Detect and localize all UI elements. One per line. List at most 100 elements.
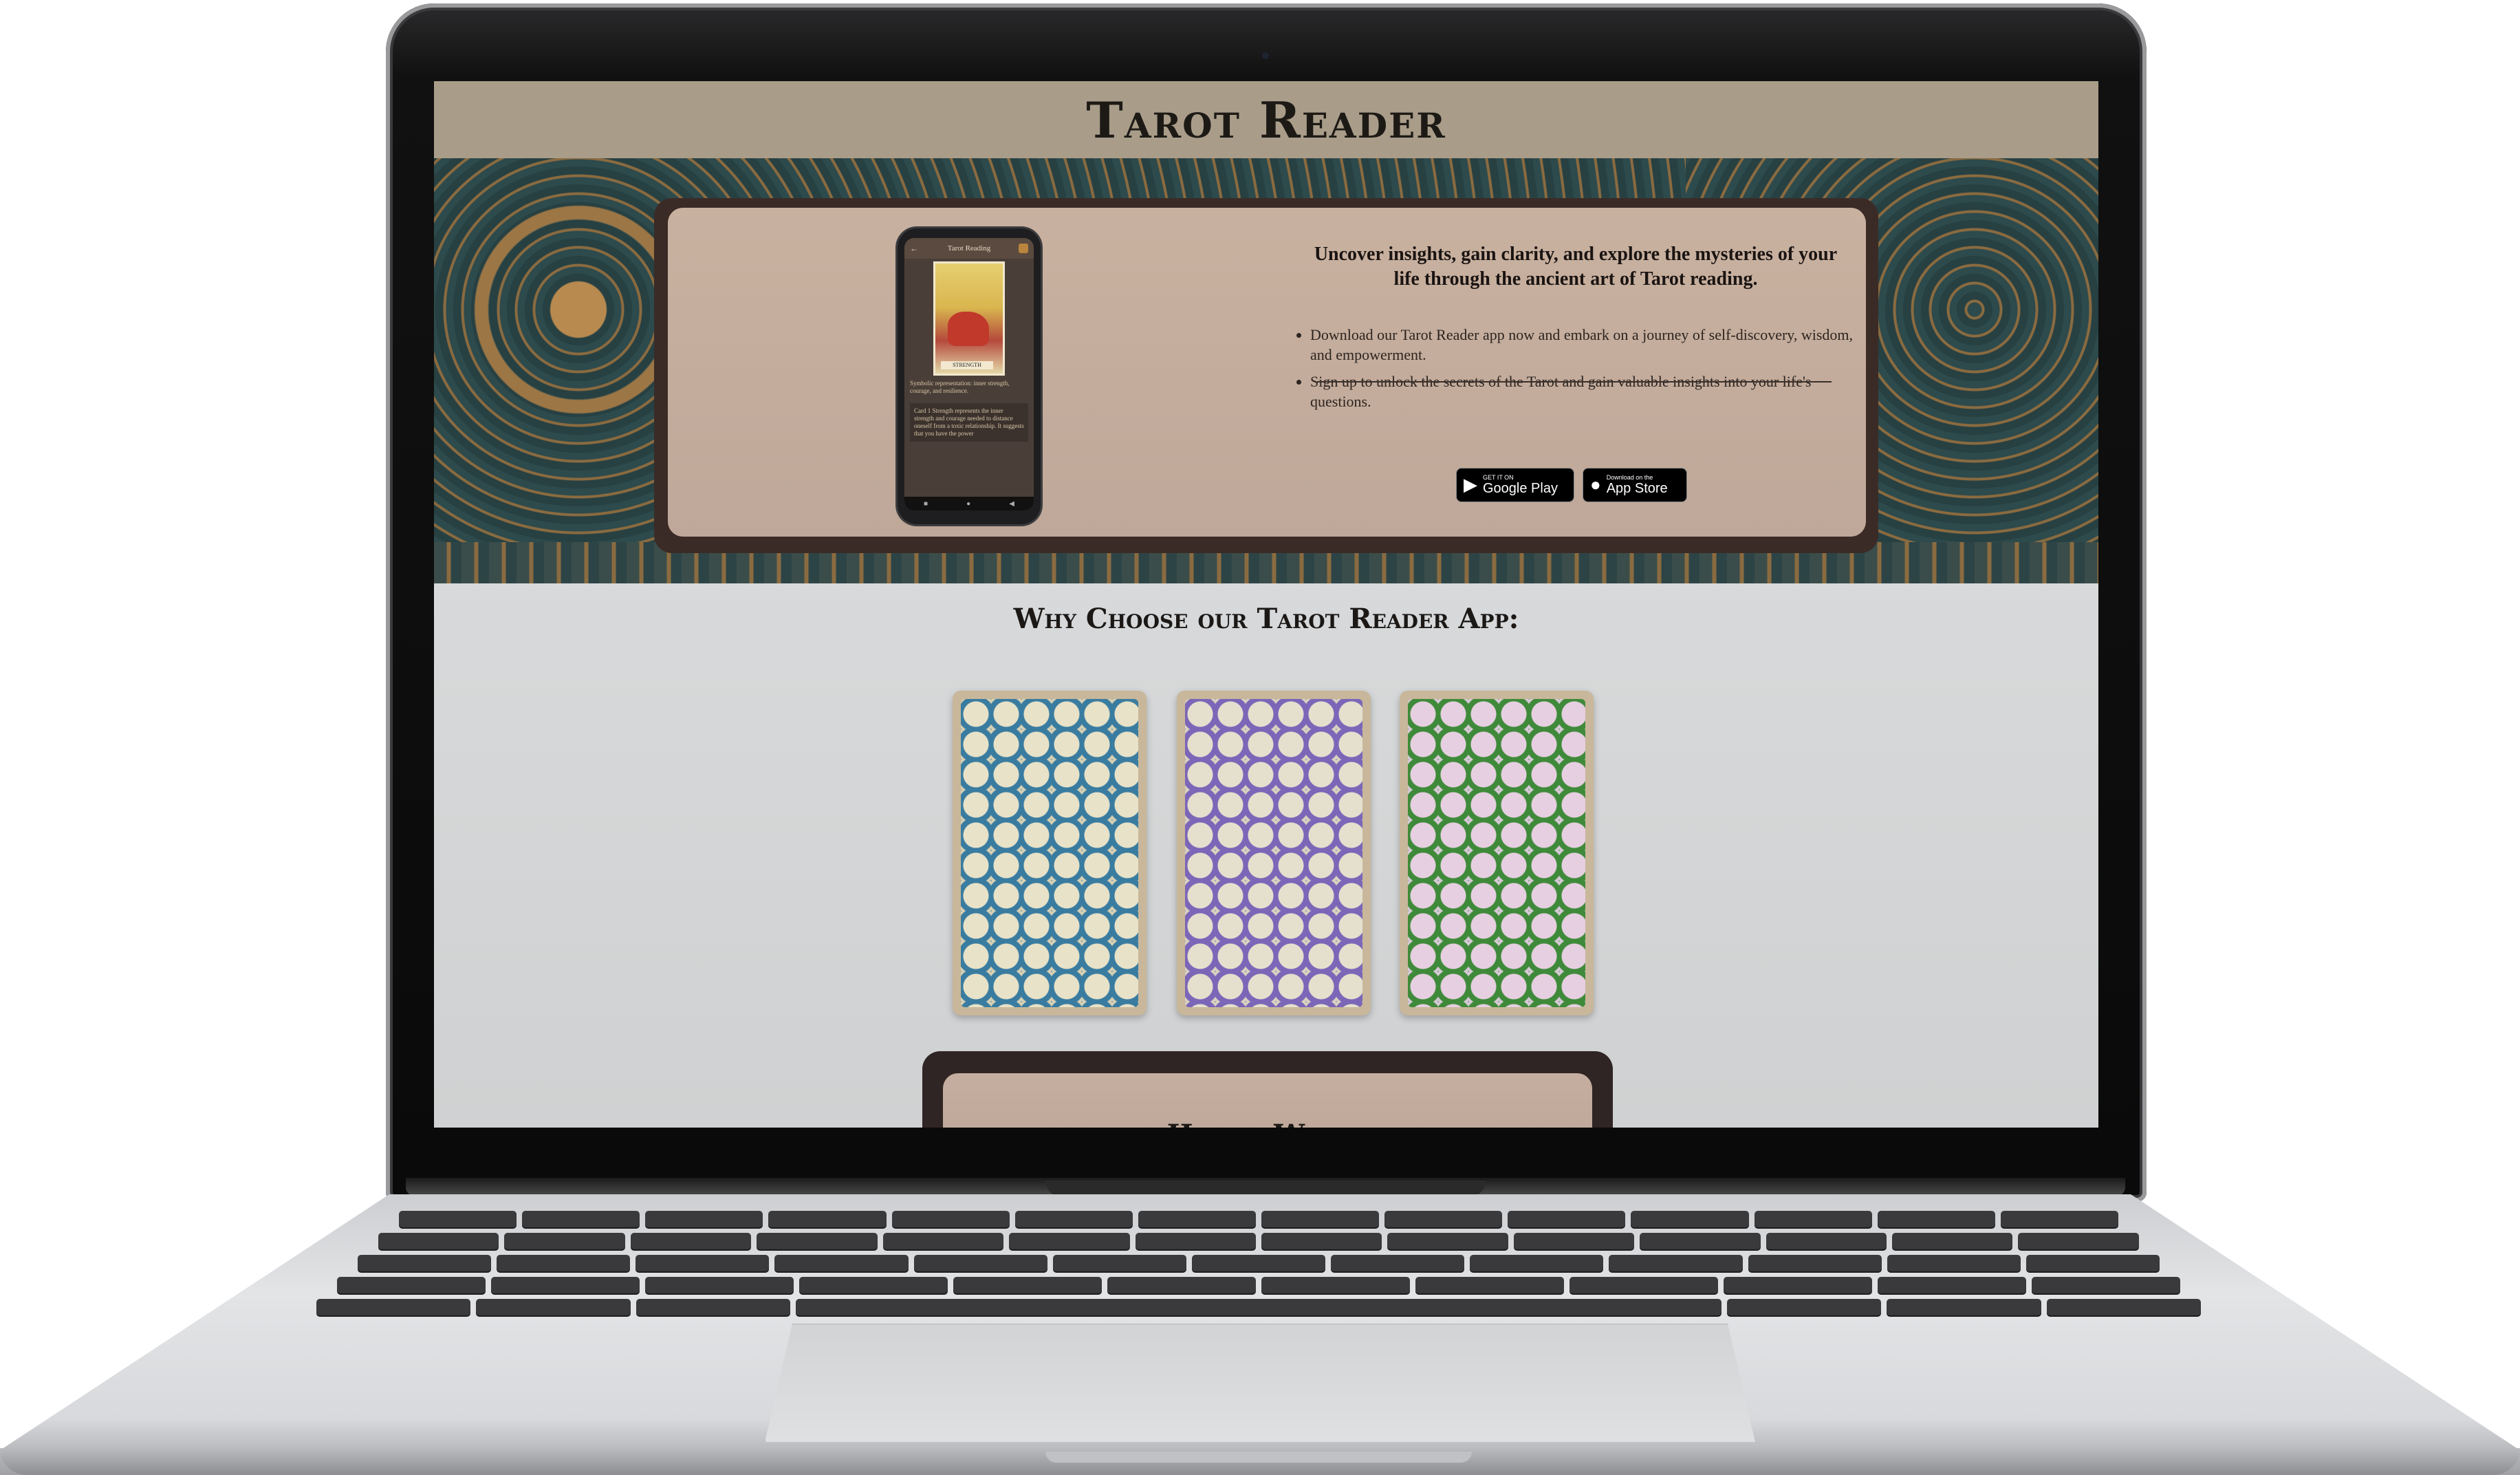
apple-icon: ●: [1590, 475, 1601, 495]
key: [645, 1277, 794, 1293]
how-it-works-title: How it Works: [943, 1119, 1592, 1128]
info-icon: [1019, 244, 1028, 253]
key: [1135, 1233, 1256, 1249]
key: [1887, 1299, 2041, 1315]
key: [2000, 1211, 2118, 1227]
key: [399, 1211, 517, 1227]
back-icon: ◀: [1009, 499, 1014, 508]
key: [1052, 1255, 1186, 1271]
key: [882, 1233, 1004, 1249]
phone-mockup: ← Tarot Reading STRENGTH Symbolic repres…: [898, 228, 1041, 524]
key: [636, 1299, 790, 1315]
key: [1726, 1299, 1882, 1315]
spacebar: [795, 1299, 1721, 1315]
key: [1640, 1233, 1761, 1249]
keyboard-row: [399, 1211, 2118, 1227]
tarot-card-label: STRENGTH: [941, 361, 993, 369]
why-choose-section: Why Choose our Tarot Reader App: How it …: [434, 583, 2098, 1128]
key: [1107, 1277, 1256, 1293]
key: [953, 1277, 1102, 1293]
key: [2046, 1299, 2201, 1315]
divider: [1317, 381, 1832, 383]
key: [1508, 1211, 1626, 1227]
phone-card-interpretation: Card 1 Strength represents the inner str…: [910, 403, 1028, 442]
key: [497, 1255, 631, 1271]
google-play-badge[interactable]: ▶ GET IT ON Google Play: [1456, 468, 1574, 502]
key: [774, 1255, 909, 1271]
key: [378, 1233, 499, 1249]
key: [522, 1211, 640, 1227]
google-play-small-text: GET IT ON: [1483, 474, 1514, 481]
key: [1569, 1277, 1718, 1293]
lion-figure: [948, 312, 989, 346]
google-play-big-text: Google Play: [1483, 481, 1558, 496]
why-choose-title: Why Choose our Tarot Reader App:: [1013, 603, 1519, 635]
phone-screen: ← Tarot Reading STRENGTH Symbolic repres…: [904, 238, 1034, 510]
key: [2032, 1277, 2180, 1293]
key: [1887, 1255, 2021, 1271]
keyboard-row: [316, 1299, 2201, 1315]
back-arrow-icon: ←: [910, 243, 918, 253]
key: [1754, 1211, 1872, 1227]
recent-apps-icon: ■: [924, 499, 928, 508]
trackpad: [765, 1324, 1755, 1442]
key: [1009, 1233, 1130, 1249]
key: [891, 1211, 1010, 1227]
card-back-pattern: [1185, 699, 1362, 1007]
tarot-card-image: STRENGTH: [933, 261, 1005, 376]
key: [1191, 1255, 1326, 1271]
app-store-big-text: App Store: [1606, 481, 1668, 496]
key: [645, 1211, 763, 1227]
keyboard: [289, 1205, 2228, 1315]
key: [476, 1299, 631, 1315]
key: [2018, 1233, 2139, 1249]
camera-icon: [1262, 52, 1269, 59]
deck-card-green[interactable]: [1400, 691, 1594, 1015]
key: [1138, 1211, 1256, 1227]
key: [1470, 1255, 1604, 1271]
key: [1631, 1211, 1749, 1227]
keyboard-row: [337, 1277, 2180, 1293]
google-play-icon: ▶: [1464, 475, 1477, 495]
app-store-text: Download on the App Store: [1607, 474, 1668, 496]
key: [1513, 1233, 1635, 1249]
key: [1766, 1233, 1887, 1249]
key: [630, 1233, 752, 1249]
key: [1892, 1233, 2013, 1249]
hero-bullet-download: Download our Tarot Reader app now and em…: [1310, 325, 1874, 365]
hero-section: ← Tarot Reading STRENGTH Symbolic repres…: [434, 158, 2098, 583]
phone-card-meaning: Symbolic representation: inner strength,…: [910, 380, 1010, 394]
key: [1014, 1211, 1133, 1227]
key: [358, 1255, 492, 1271]
app-store-badge[interactable]: ● Download on the App Store: [1583, 468, 1687, 502]
deck-card-purple[interactable]: [1177, 691, 1371, 1015]
phone-app-bar: ← Tarot Reading: [904, 238, 1034, 259]
key: [1384, 1211, 1503, 1227]
key: [1261, 1233, 1382, 1249]
key: [316, 1299, 471, 1315]
key: [1878, 1277, 2026, 1293]
key: [1748, 1255, 1882, 1271]
key: [768, 1211, 887, 1227]
deck-card-blue[interactable]: [953, 691, 1147, 1015]
key: [1387, 1233, 1508, 1249]
hero-heading: Uncover insights, gain clarity, and expl…: [1314, 244, 1838, 290]
key: [1261, 1211, 1380, 1227]
google-play-text: GET IT ON Google Play: [1483, 474, 1558, 496]
how-it-works-card: How it Works: [943, 1073, 1592, 1128]
keyboard-row: [358, 1255, 2160, 1271]
keyboard-row: [378, 1233, 2139, 1249]
site-header: Tarot Reader: [434, 81, 2098, 158]
card-back-pattern: [1408, 699, 1585, 1007]
laptop-screen: Tarot Reader ← Tarot Reading STRENGTH Sy…: [434, 81, 2098, 1128]
key: [504, 1233, 625, 1249]
home-icon: ●: [966, 499, 971, 508]
hero-card: ← Tarot Reading STRENGTH Symbolic repres…: [668, 208, 1866, 537]
key: [1724, 1277, 1872, 1293]
hero-bullet-signup: Sign up to unlock the secrets of the Tar…: [1310, 372, 1874, 411]
key: [636, 1255, 770, 1271]
key: [2025, 1255, 2160, 1271]
card-back-pattern: [961, 699, 1138, 1007]
key: [1877, 1211, 1995, 1227]
key: [1261, 1277, 1410, 1293]
